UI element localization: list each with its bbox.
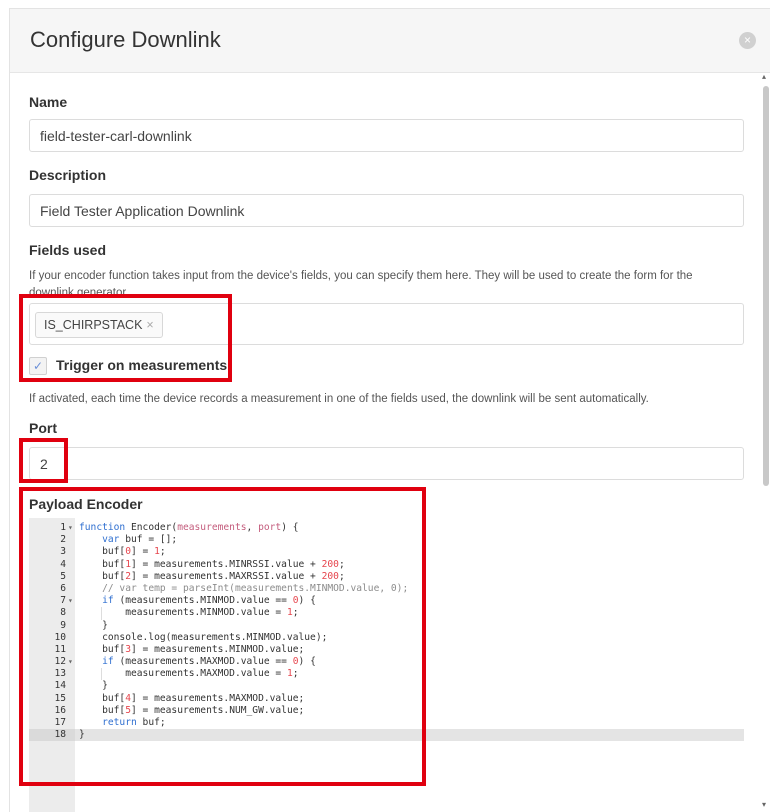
field-tag-label: IS_CHIRPSTACK [44,318,143,332]
name-label: Name [29,94,68,110]
dialog-title: Configure Downlink [30,27,221,52]
code-text: buf[3] = measurements.MINMOD.value; [79,643,305,655]
code-line[interactable]: 15 buf[4] = measurements.MAXMOD.value; [29,693,744,705]
payload-encoder-label: Payload Encoder [29,496,143,512]
code-line[interactable]: 17 return buf; [29,717,744,729]
fold-toggle-icon[interactable]: ▾ [68,656,73,668]
code-editor[interactable]: 1 ▾ function Encoder(measurements, port) {… [29,518,744,812]
port-label: Port [29,420,57,436]
line-number: 8 [60,607,66,619]
code-line[interactable]: 10 console.log(measurements.MINMOD.value… [29,632,744,644]
dialog-header: Configure Downlink × [10,9,770,73]
code-line[interactable]: 3 buf[0] = 1; [29,546,744,558]
code-text: function Encoder(measurements, port) { [79,522,299,533]
line-number: 9 [60,619,66,631]
description-input[interactable]: Field Tester Application Downlink [29,194,744,227]
code-text: } [79,680,108,692]
trigger-checkbox[interactable]: ✓ [29,357,47,375]
fold-toggle-icon[interactable]: ▾ [68,522,73,534]
port-input[interactable]: 2 [29,447,744,480]
close-icon[interactable]: × [739,32,756,49]
code-text: measurements.MINMOD.value = 1; [79,607,299,619]
line-number: 13 [54,668,66,680]
line-number: 3 [60,546,66,558]
code-line[interactable]: 5 buf[2] = measurements.MAXRSSI.value + … [29,571,744,583]
code-line[interactable]: 1 ▾ function Encoder(measurements, port) { [29,522,744,534]
code-line[interactable]: 13 measurements.MAXMOD.value = 1; [29,668,744,681]
code-line[interactable]: 6 // var temp = parseInt(measurements.MI… [29,583,744,595]
line-number: 16 [54,704,66,716]
line-number: 18 [29,729,75,742]
code-text: } [79,619,108,631]
code-text: buf[2] = measurements.MAXRSSI.value + 20… [79,570,345,582]
code-text: var buf = []; [102,534,178,546]
code-text: buf[1] = measurements.MINRSSI.value + 20… [79,558,345,570]
line-number: 4 [60,558,66,570]
line-number: 14 [54,680,66,692]
line-number: 17 [54,717,66,728]
code-line[interactable]: 11 buf[3] = measurements.MINMOD.value; [29,644,744,656]
fields-used-label: Fields used [29,242,107,258]
scroll-up-arrow-icon[interactable]: ▴ [762,72,766,81]
line-number: 2 [60,534,66,546]
description-label: Description [29,167,107,183]
code-line[interactable]: 12 ▾ if (measurements.MAXMOD.value == 0) … [29,656,744,668]
fold-toggle-icon[interactable]: ▾ [68,595,73,607]
code-text: console.log(measurements.MINMOD.value); [79,631,328,643]
fields-used-help-line1: If your encoder function takes input fro… [29,270,693,282]
code-lines[interactable]: 1 ▾ function Encoder(measurements, port) {… [29,522,744,742]
code-text: return buf; [102,717,166,728]
code-text: buf[4] = measurements.MAXMOD.value; [79,692,305,704]
code-line[interactable]: 7 ▾ if (measurements.MINMOD.value == 0) { [29,595,744,607]
tag-remove-icon[interactable]: × [146,318,153,332]
line-number: 6 [60,582,66,594]
code-text: if (measurements.MINMOD.value == 0) { [102,595,316,607]
line-number: 10 [54,631,66,643]
line-number: 11 [54,643,66,655]
line-number: 15 [54,692,66,704]
scroll-thumb[interactable] [763,86,769,486]
code-line[interactable]: 16 buf[5] = measurements.NUM_GW.value; [29,705,744,717]
trigger-help: If activated, each time the device recor… [29,393,649,405]
code-line[interactable]: 2 var buf = []; [29,534,744,546]
scroll-down-arrow-icon[interactable]: ▾ [762,800,766,809]
code-text: buf[0] = 1; [79,546,166,558]
name-input[interactable]: field-tester-carl-downlink [29,119,744,152]
code-text: // var temp = parseInt(measurements.MINM… [102,582,409,594]
code-line[interactable]: 8 measurements.MINMOD.value = 1; [29,607,744,620]
code-text: } [79,729,85,741]
code-text: buf[5] = measurements.NUM_GW.value; [79,704,305,716]
code-line[interactable]: 9 } [29,620,744,632]
code-line[interactable]: 4 buf[1] = measurements.MINRSSI.value + … [29,559,744,571]
code-text: if (measurements.MAXMOD.value == 0) { [102,656,316,668]
field-tag[interactable]: IS_CHIRPSTACK × [35,312,163,338]
line-number: 5 [60,570,66,582]
trigger-label[interactable]: Trigger on measurements [56,357,227,373]
code-line[interactable]: 14 } [29,680,744,692]
code-text: measurements.MAXMOD.value = 1; [79,668,299,680]
scrollbar[interactable]: ▴ ▾ [761,72,770,812]
code-line[interactable]: 18} [29,729,744,742]
fields-used-help-line2: downlink generator. [29,287,129,295]
